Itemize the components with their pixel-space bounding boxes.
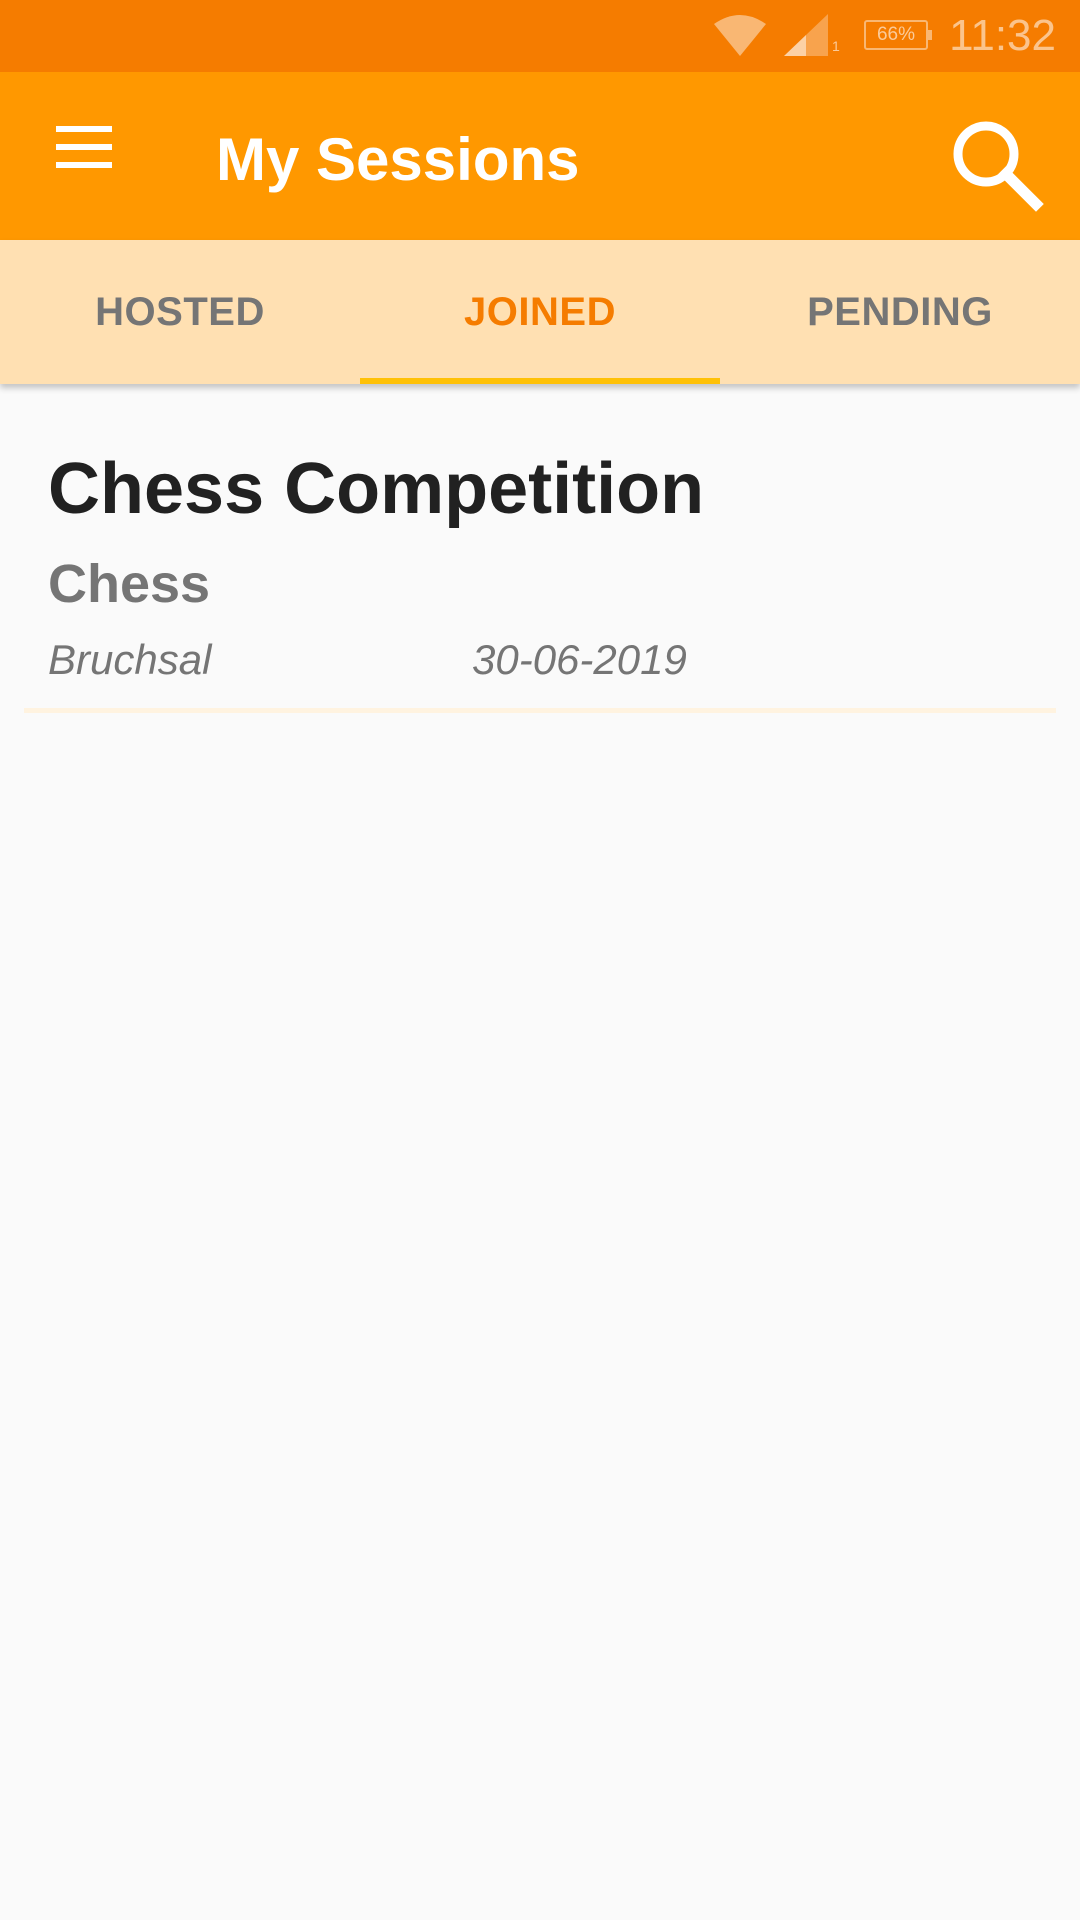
search-icon[interactable]: [948, 116, 1044, 212]
tab-joined[interactable]: JOINED: [360, 240, 720, 384]
menu-bar-line: [56, 144, 112, 150]
hamburger-menu-icon[interactable]: [40, 116, 128, 196]
session-list-item[interactable]: Chess Competition Chess Bruchsal 30-06-2…: [24, 420, 1056, 716]
status-bar: 1 66% 11:32: [0, 0, 1080, 72]
list-divider: [24, 708, 1056, 713]
app-bar: My Sessions: [0, 72, 1080, 240]
session-title: Chess Competition: [48, 449, 705, 529]
wifi-icon: [714, 15, 766, 56]
session-category: Chess: [48, 554, 211, 614]
menu-bar-line: [56, 162, 112, 168]
page-title: My Sessions: [216, 126, 580, 193]
sim-slot-label: 1: [832, 38, 840, 54]
menu-bar-line: [56, 126, 112, 132]
session-location: Bruchsal: [48, 636, 212, 683]
tab-indicator: [360, 378, 720, 384]
status-clock: 11:32: [949, 11, 1056, 60]
session-date: 30-06-2019: [472, 636, 687, 683]
tab-bar: HOSTED JOINED PENDING: [0, 240, 1080, 384]
tab-hosted[interactable]: HOSTED: [0, 240, 360, 384]
tab-pending[interactable]: PENDING: [720, 240, 1080, 384]
battery-percent: 66%: [876, 24, 916, 45]
battery-icon: 66%: [864, 20, 932, 50]
